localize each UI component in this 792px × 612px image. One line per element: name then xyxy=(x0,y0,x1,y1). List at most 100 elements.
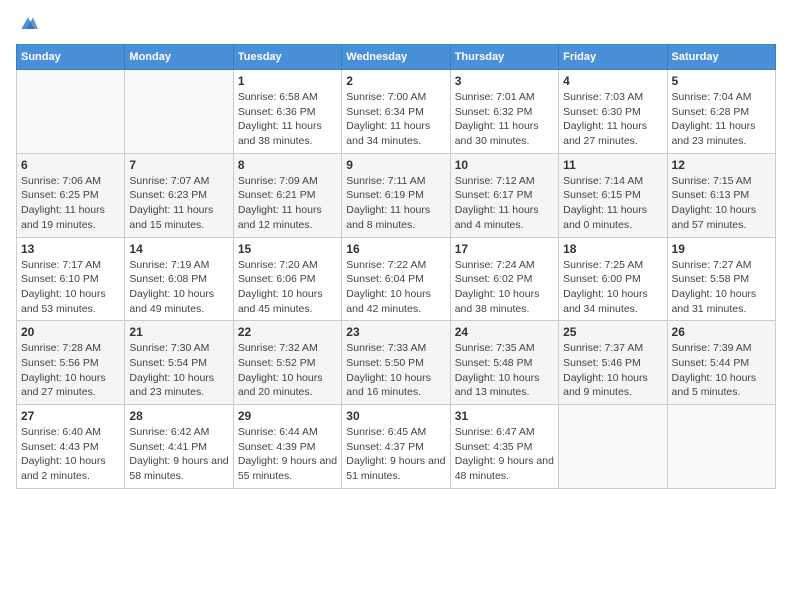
day-info: Sunrise: 7:33 AMSunset: 5:50 PMDaylight:… xyxy=(346,341,445,400)
calendar-day-cell: 13Sunrise: 7:17 AMSunset: 6:10 PMDayligh… xyxy=(17,237,125,321)
calendar-day-cell: 27 Sunrise: 6:40 AMSunset: 4:43 PMDayligh… xyxy=(17,405,125,489)
calendar-day-cell: 10 Sunrise: 7:12 AMSunset: 6:17 PMDayligh… xyxy=(450,153,558,237)
calendar-day-cell: 28 Sunrise: 6:42 AMSunset: 4:41 PMDayligh… xyxy=(125,405,233,489)
calendar-week-row: 20 Sunrise: 7:28 AMSunset: 5:56 PMDayligh… xyxy=(17,321,776,405)
day-number: 21 xyxy=(129,325,228,339)
calendar-day-cell: 1Sunrise: 6:58 AMSunset: 6:36 PMDaylight… xyxy=(233,70,341,154)
day-number: 24 xyxy=(455,325,554,339)
calendar-day-cell: 4 Sunrise: 7:03 AMSunset: 6:30 PMDaylight… xyxy=(559,70,667,154)
calendar-day-cell: 9 Sunrise: 7:11 AMSunset: 6:19 PMDaylight… xyxy=(342,153,450,237)
calendar-day-cell: 30 Sunrise: 6:45 AMSunset: 4:37 PMDayligh… xyxy=(342,405,450,489)
calendar-day-cell xyxy=(559,405,667,489)
calendar-day-cell: 23 Sunrise: 7:33 AMSunset: 5:50 PMDayligh… xyxy=(342,321,450,405)
calendar-week-row: 6 Sunrise: 7:06 AMSunset: 6:25 PMDaylight… xyxy=(17,153,776,237)
weekday-header-monday: Monday xyxy=(125,45,233,70)
calendar-week-row: 13Sunrise: 7:17 AMSunset: 6:10 PMDayligh… xyxy=(17,237,776,321)
day-info: Sunrise: 7:39 AMSunset: 5:44 PMDaylight:… xyxy=(672,341,771,400)
day-number: 20 xyxy=(21,325,120,339)
day-info: Sunrise: 7:30 AMSunset: 5:54 PMDaylight:… xyxy=(129,341,228,400)
calendar-day-cell: 18 Sunrise: 7:25 AMSunset: 6:00 PMDayligh… xyxy=(559,237,667,321)
weekday-header-saturday: Saturday xyxy=(667,45,775,70)
day-number: 29 xyxy=(238,409,337,423)
day-info: Sunrise: 6:42 AMSunset: 4:41 PMDaylight:… xyxy=(129,425,228,484)
day-number: 6 xyxy=(21,158,120,172)
day-number: 19 xyxy=(672,242,771,256)
day-info: Sunrise: 7:15 AMSunset: 6:13 PMDaylight:… xyxy=(672,174,771,233)
calendar-day-cell: 2Sunrise: 7:00 AMSunset: 6:34 PMDaylight… xyxy=(342,70,450,154)
day-info: Sunrise: 7:32 AMSunset: 5:52 PMDaylight:… xyxy=(238,341,337,400)
day-number: 15 xyxy=(238,242,337,256)
day-number: 23 xyxy=(346,325,445,339)
day-info: Sunrise: 6:47 AMSunset: 4:35 PMDaylight:… xyxy=(455,425,554,484)
calendar-day-cell: 22 Sunrise: 7:32 AMSunset: 5:52 PMDayligh… xyxy=(233,321,341,405)
day-number: 11 xyxy=(563,158,662,172)
day-info: Sunrise: 7:11 AMSunset: 6:19 PMDaylight:… xyxy=(346,174,445,233)
day-info: Sunrise: 6:40 AMSunset: 4:43 PMDaylight:… xyxy=(21,425,120,484)
day-number: 4 xyxy=(563,74,662,88)
day-info: Sunrise: 6:45 AMSunset: 4:37 PMDaylight:… xyxy=(346,425,445,484)
calendar-day-cell: 8 Sunrise: 7:09 AMSunset: 6:21 PMDaylight… xyxy=(233,153,341,237)
calendar-day-cell: 25Sunrise: 7:37 AMSunset: 5:46 PMDayligh… xyxy=(559,321,667,405)
day-number: 10 xyxy=(455,158,554,172)
day-info: Sunrise: 7:35 AMSunset: 5:48 PMDaylight:… xyxy=(455,341,554,400)
logo xyxy=(16,16,38,34)
day-info: Sunrise: 7:00 AMSunset: 6:34 PMDaylight:… xyxy=(346,90,445,149)
day-number: 9 xyxy=(346,158,445,172)
day-number: 3 xyxy=(455,74,554,88)
calendar-day-cell: 16Sunrise: 7:22 AMSunset: 6:04 PMDayligh… xyxy=(342,237,450,321)
calendar-week-row: 1Sunrise: 6:58 AMSunset: 6:36 PMDaylight… xyxy=(17,70,776,154)
day-info: Sunrise: 7:01 AMSunset: 6:32 PMDaylight:… xyxy=(455,90,554,149)
calendar-day-cell: 12 Sunrise: 7:15 AMSunset: 6:13 PMDayligh… xyxy=(667,153,775,237)
day-info: Sunrise: 7:07 AMSunset: 6:23 PMDaylight:… xyxy=(129,174,228,233)
day-info: Sunrise: 6:44 AMSunset: 4:39 PMDaylight:… xyxy=(238,425,337,484)
day-info: Sunrise: 7:09 AMSunset: 6:21 PMDaylight:… xyxy=(238,174,337,233)
day-number: 30 xyxy=(346,409,445,423)
day-info: Sunrise: 7:06 AMSunset: 6:25 PMDaylight:… xyxy=(21,174,120,233)
weekday-header-thursday: Thursday xyxy=(450,45,558,70)
day-number: 31 xyxy=(455,409,554,423)
calendar-day-cell: 5 Sunrise: 7:04 AMSunset: 6:28 PMDaylight… xyxy=(667,70,775,154)
day-number: 5 xyxy=(672,74,771,88)
day-number: 26 xyxy=(672,325,771,339)
weekday-header-sunday: Sunday xyxy=(17,45,125,70)
day-info: Sunrise: 7:28 AMSunset: 5:56 PMDaylight:… xyxy=(21,341,120,400)
calendar-day-cell: 3 Sunrise: 7:01 AMSunset: 6:32 PMDaylight… xyxy=(450,70,558,154)
day-info: Sunrise: 7:03 AMSunset: 6:30 PMDaylight:… xyxy=(563,90,662,149)
day-info: Sunrise: 7:19 AMSunset: 6:08 PMDaylight:… xyxy=(129,258,228,317)
calendar-week-row: 27 Sunrise: 6:40 AMSunset: 4:43 PMDayligh… xyxy=(17,405,776,489)
day-info: Sunrise: 7:27 AMSunset: 5:58 PMDaylight:… xyxy=(672,258,771,317)
day-info: Sunrise: 7:22 AMSunset: 6:04 PMDaylight:… xyxy=(346,258,445,317)
calendar-day-cell: 20 Sunrise: 7:28 AMSunset: 5:56 PMDayligh… xyxy=(17,321,125,405)
day-number: 27 xyxy=(21,409,120,423)
day-number: 8 xyxy=(238,158,337,172)
day-number: 22 xyxy=(238,325,337,339)
calendar-day-cell: 7 Sunrise: 7:07 AMSunset: 6:23 PMDaylight… xyxy=(125,153,233,237)
weekday-header-tuesday: Tuesday xyxy=(233,45,341,70)
calendar-day-cell: 6 Sunrise: 7:06 AMSunset: 6:25 PMDaylight… xyxy=(17,153,125,237)
day-number: 14 xyxy=(129,242,228,256)
day-info: Sunrise: 7:04 AMSunset: 6:28 PMDaylight:… xyxy=(672,90,771,149)
day-info: Sunrise: 7:20 AMSunset: 6:06 PMDaylight:… xyxy=(238,258,337,317)
day-info: Sunrise: 7:25 AMSunset: 6:00 PMDaylight:… xyxy=(563,258,662,317)
page-header xyxy=(16,16,776,34)
day-number: 12 xyxy=(672,158,771,172)
day-number: 7 xyxy=(129,158,228,172)
day-info: Sunrise: 7:12 AMSunset: 6:17 PMDaylight:… xyxy=(455,174,554,233)
calendar-day-cell: 31 Sunrise: 6:47 AMSunset: 4:35 PMDayligh… xyxy=(450,405,558,489)
calendar-day-cell xyxy=(125,70,233,154)
calendar-day-cell xyxy=(17,70,125,154)
day-number: 25 xyxy=(563,325,662,339)
calendar-day-cell: 26 Sunrise: 7:39 AMSunset: 5:44 PMDayligh… xyxy=(667,321,775,405)
day-number: 1 xyxy=(238,74,337,88)
day-info: Sunrise: 7:17 AMSunset: 6:10 PMDaylight:… xyxy=(21,258,120,317)
calendar-day-cell: 29 Sunrise: 6:44 AMSunset: 4:39 PMDayligh… xyxy=(233,405,341,489)
day-info: Sunrise: 7:24 AMSunset: 6:02 PMDaylight:… xyxy=(455,258,554,317)
logo-icon xyxy=(18,14,38,34)
calendar-day-cell: 21 Sunrise: 7:30 AMSunset: 5:54 PMDayligh… xyxy=(125,321,233,405)
calendar-day-cell: 14 Sunrise: 7:19 AMSunset: 6:08 PMDayligh… xyxy=(125,237,233,321)
weekday-header-wednesday: Wednesday xyxy=(342,45,450,70)
calendar-day-cell: 17Sunrise: 7:24 AMSunset: 6:02 PMDayligh… xyxy=(450,237,558,321)
calendar-day-cell: 19 Sunrise: 7:27 AMSunset: 5:58 PMDayligh… xyxy=(667,237,775,321)
day-number: 28 xyxy=(129,409,228,423)
day-number: 18 xyxy=(563,242,662,256)
